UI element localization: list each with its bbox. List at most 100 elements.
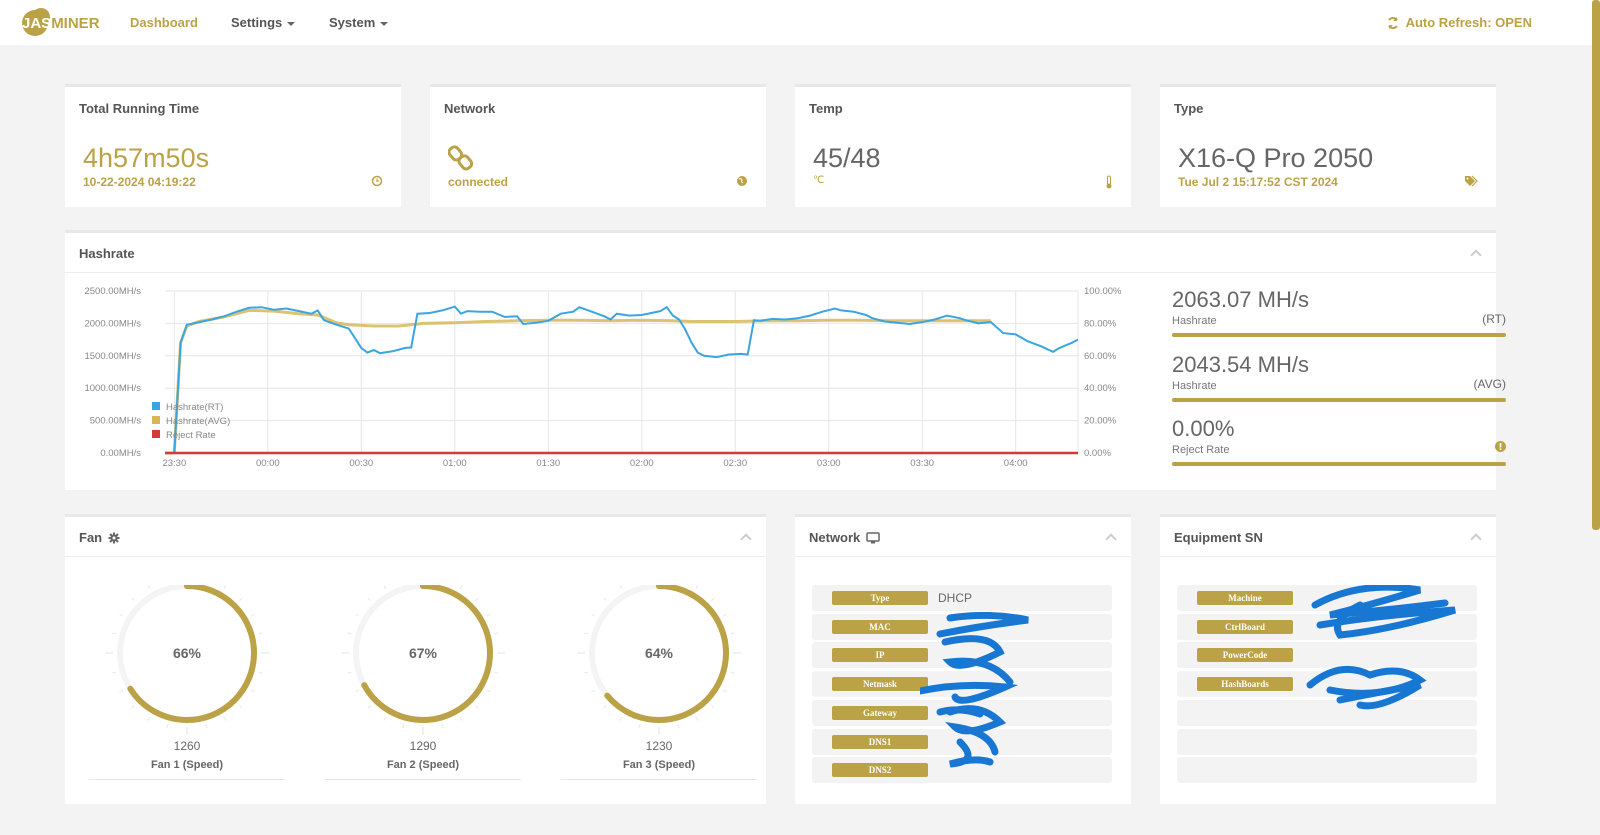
hashrate-avg-stat: 2043.54 MH/s Hashrate(AVG) [1172,352,1506,402]
scrollbar[interactable] [1592,0,1600,835]
auto-refresh-toggle[interactable]: Auto Refresh: OPEN [1386,15,1532,30]
series-hashrate-rt-line [165,307,1078,453]
info-row: DNS2 [812,757,1112,783]
gauge-tick [148,585,150,588]
y-left-tick-label: 1000.00MH/s [84,383,141,394]
scrollbar-thumb[interactable] [1592,0,1600,530]
gauge-tick [251,614,254,616]
info-row: IP [812,642,1112,668]
gauge-tick [460,717,462,720]
gauge-tick [384,585,386,588]
y-right-tick-label: 0.00% [1084,448,1111,459]
panel-title: Equipment SN [1174,530,1263,545]
gauge-tick [355,690,358,692]
gauge-tick [723,614,726,616]
y-left-tick-label: 2500.00MH/s [84,286,141,297]
nav-system-label: System [329,15,375,30]
nav-settings[interactable]: Settings [231,15,295,30]
thermometer-icon [1105,175,1113,192]
card-type: Type X16-Q Pro 2050 Tue Jul 2 15:17:52 C… [1160,84,1496,207]
collapse-chevron-icon[interactable] [1105,531,1117,543]
gauge-tick [239,705,242,708]
info-key-badge: Gateway [832,706,928,720]
hashrate-rt-value: 2063.07 MH/s [1172,287,1506,313]
info-key-badge: Type [832,591,928,605]
y-right-tick-label: 100.00% [1084,286,1122,297]
reject-rate-label: Reject Rate [1172,444,1229,456]
info-row: Gateway [812,700,1112,726]
fan-label: Fan 3 (Speed) [559,759,759,771]
panel-title: Fan [79,530,120,545]
gauge-tick [258,633,262,634]
info-row [1177,757,1477,783]
fan-rpm: 1230 [559,739,759,753]
gauge-tick [112,633,116,634]
divider [561,779,757,780]
gauge-tick [348,672,352,673]
nav-dashboard[interactable]: Dashboard [130,15,198,30]
x-tick-label: 03:30 [910,458,934,469]
legend-swatch [152,430,160,438]
gauge-tick [167,724,168,728]
card-running-time: Total Running Time 4h57m50s 10-22-2024 0… [65,84,401,207]
x-tick-label: 03:00 [817,458,841,469]
gauge-tick [696,585,698,588]
info-row: PowerCode [1177,642,1477,668]
y-left-tick-label: 500.00MH/s [90,416,141,427]
divider [89,779,285,780]
auto-refresh-label: Auto Refresh: OPEN [1406,15,1532,30]
x-tick-label: 23:30 [162,458,186,469]
card-title: Temp [809,101,843,116]
gauge-tick [403,724,404,728]
nav-system[interactable]: System [329,15,388,30]
gauge-tick [148,717,150,720]
hashrate-avg-bar [1172,398,1506,402]
legend-swatch [152,402,160,410]
temp-unit: ℃ [813,175,824,186]
panel-header: Equipment SN [1160,517,1496,557]
info-row: DNS1 [812,729,1112,755]
gauge-tick [368,598,371,601]
card-title: Network [444,101,495,116]
collapse-chevron-icon[interactable] [1470,247,1482,259]
y-right-tick-label: 80.00% [1084,318,1117,329]
info-key-badge: DNS1 [832,735,928,749]
legend-label: Hashrate(RT) [166,402,223,413]
hashrate-rt-bar [1172,333,1506,337]
hashrate-avg-value: 2043.54 MH/s [1172,352,1506,378]
caret-down-icon [380,22,388,26]
equipment-sn-title: Equipment SN [1174,530,1263,545]
gauge-tick [224,717,226,720]
gauge-tick [487,690,490,692]
fan-gauge-ring: 64% [559,585,759,735]
clock-icon [371,175,383,190]
info-row: CtrlBoard [1177,614,1477,640]
hashrate-title: Hashrate [79,246,135,261]
gauge-tick [696,717,698,720]
gauge-tick [678,724,679,728]
gauge-tick [119,614,122,616]
top-navbar: JASMINER Dashboard Settings System Auto … [0,0,1592,45]
collapse-chevron-icon[interactable] [1470,531,1482,543]
gauge-tick [730,633,734,634]
rt-tag: (RT) [1482,312,1506,326]
network-title: Network [809,530,860,545]
divider [325,779,521,780]
gauge-tick [132,598,135,601]
fan-label: Fan 1 (Speed) [87,759,287,771]
collapse-chevron-icon[interactable] [740,531,752,543]
legend-label: Reject Rate [166,430,216,441]
jasminer-logo[interactable]: JASMINER [22,9,104,37]
fan-gauge: 66% 1260 Fan 1 (Speed) [87,585,287,780]
gear-icon[interactable] [108,532,120,544]
gauge-tick [251,690,254,692]
y-right-tick-label: 40.00% [1084,383,1117,394]
gauge-tick [368,705,371,708]
firmware-date: Tue Jul 2 15:17:52 CST 2024 [1178,175,1338,189]
gauge-tick [348,633,352,634]
gauge-tick [355,614,358,616]
gauge-tick [591,690,594,692]
y-right-tick-label: 20.00% [1084,416,1117,427]
hashrate-chart: 0.00MH/s500.00MH/s1000.00MH/s1500.00MH/s… [65,283,1135,488]
logo-text-b: MINER [51,15,99,32]
